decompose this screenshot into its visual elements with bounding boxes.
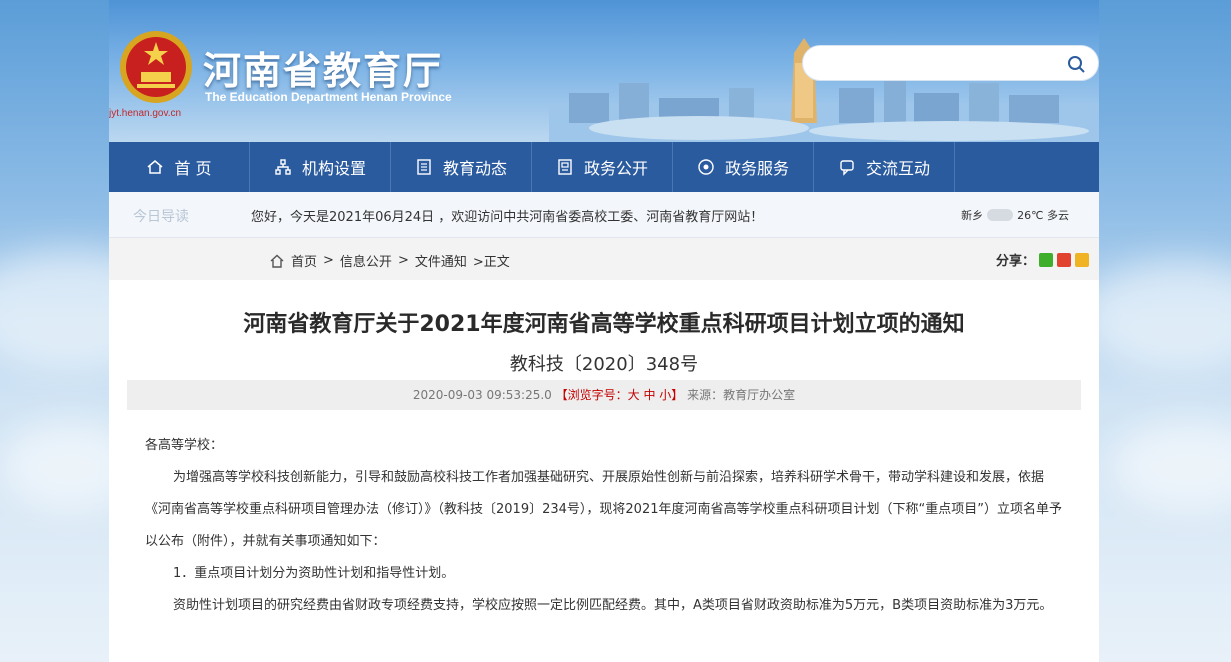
main-nav: 首 页 机构设置 教育动态 政务公开 政务服务 交流互动: [109, 142, 1099, 192]
site-header: jyt.henan.gov.cn 河南省教育厅 The Education De…: [109, 0, 1099, 143]
wechat-share-icon[interactable]: [1039, 252, 1053, 267]
document-number: 教科技〔2020〕348号: [509, 354, 699, 375]
nav-item-label: 首 页: [174, 159, 212, 178]
article-source: 来源：教育厅办公室: [687, 388, 796, 402]
nav-item-public-affairs[interactable]: 政务公开: [532, 142, 673, 192]
notice-bar: 今日导读 您好，今天是2021年06月24日 ，欢迎访问中共河南省委高校工委、河…: [109, 192, 1099, 238]
news-icon: [417, 159, 431, 175]
home-icon: [147, 160, 163, 174]
notice-label: 今日导读: [133, 209, 189, 225]
nav-item-label: 政务服务: [724, 159, 789, 178]
site-url: jyt.henan.gov.cn: [109, 108, 182, 119]
article-title: 河南省教育厅关于2021年度河南省高等学校重点科研项目计划立项的通知: [243, 312, 965, 337]
breadcrumb-current: >正文: [472, 255, 510, 270]
nav-item-organization[interactable]: 机构设置: [250, 142, 391, 192]
nav-item-label: 教育动态: [442, 159, 507, 178]
nav-item-home[interactable]: 首 页: [109, 142, 250, 192]
org-icon: [275, 159, 291, 175]
paragraph: 为增强高等学校科技创新能力，引导和鼓励高校科技工作者加强基础研究、开展原始性创新…: [145, 470, 1062, 549]
breadcrumb-info-public[interactable]: 信息公开: [340, 251, 392, 270]
weather-widget: 新乡 26℃ 多云: [961, 207, 1069, 223]
search-box: [802, 45, 1099, 81]
document-icon: [558, 159, 572, 175]
article-meta: 2020-09-03 09:53:25.0 【浏览字号：大 中 小】 来源：教育…: [127, 380, 1081, 410]
paragraph: 1．重点项目计划分为资助性计划和指导性计划。: [173, 566, 455, 581]
breadcrumb-separator: >: [397, 253, 409, 268]
site-subtitle: The Education Department Henan Province: [205, 90, 452, 104]
service-icon: [698, 159, 714, 175]
home-icon: [270, 254, 284, 268]
site-title[interactable]: 河南省教育厅: [203, 40, 443, 95]
national-emblem-icon: [120, 31, 192, 103]
weather-city: 新乡: [961, 209, 984, 222]
breadcrumb-row: 首页 > 信息公开 > 文件通知 >正文 分享：: [109, 238, 1099, 280]
share-label: 分享：: [995, 254, 1035, 269]
nav-item-label: 交流互动: [865, 159, 930, 178]
cloud-decoration: [1080, 260, 1231, 370]
cloud-decoration: [1110, 420, 1231, 510]
share-bar: 分享：: [996, 250, 1089, 269]
cloudy-weather-icon: [987, 209, 1014, 221]
nav-item-services[interactable]: 政务服务: [673, 142, 814, 192]
publish-date: 2020-09-03 09:53:25.0: [412, 388, 552, 402]
weather-temp: 26℃ 多云: [1017, 209, 1069, 222]
breadcrumb-separator: >: [323, 253, 334, 268]
breadcrumb-file-notices[interactable]: 文件通知: [415, 251, 467, 270]
weibo-share-icon[interactable]: [1057, 252, 1071, 267]
breadcrumb: 首页 > 信息公开 > 文件通知 >正文: [269, 251, 510, 270]
qq-share-icon[interactable]: [1075, 252, 1089, 267]
nav-item-label: 政务公开: [583, 159, 648, 178]
chat-icon: [840, 160, 854, 176]
paragraph: 资助性计划项目的研究经费由省财政专项经费支持，学校应按照一定比例匹配经费。其中，…: [173, 598, 1053, 613]
search-icon[interactable]: [1066, 54, 1086, 74]
nav-item-label: 机构设置: [301, 159, 366, 178]
salutation: 各高等学校：: [145, 438, 224, 453]
font-size-control[interactable]: 【浏览字号：大 中 小】: [556, 388, 684, 402]
article-body: 各高等学校： 为增强高等学校科技创新能力，引导和鼓励高校科技工作者加强基础研究、…: [145, 430, 1065, 622]
search-input[interactable]: [817, 52, 1057, 74]
nav-item-news[interactable]: 教育动态: [391, 142, 532, 192]
welcome-text: 您好，今天是2021年06月24日 ，欢迎访问中共河南省委高校工委、河南省教育厅…: [251, 210, 764, 225]
nav-item-interaction[interactable]: 交流互动: [814, 142, 955, 192]
breadcrumb-home[interactable]: 首页: [291, 251, 317, 270]
article-container: 首页 > 信息公开 > 文件通知 >正文 分享： 河南省教育厅关于2021年度河…: [109, 238, 1099, 662]
